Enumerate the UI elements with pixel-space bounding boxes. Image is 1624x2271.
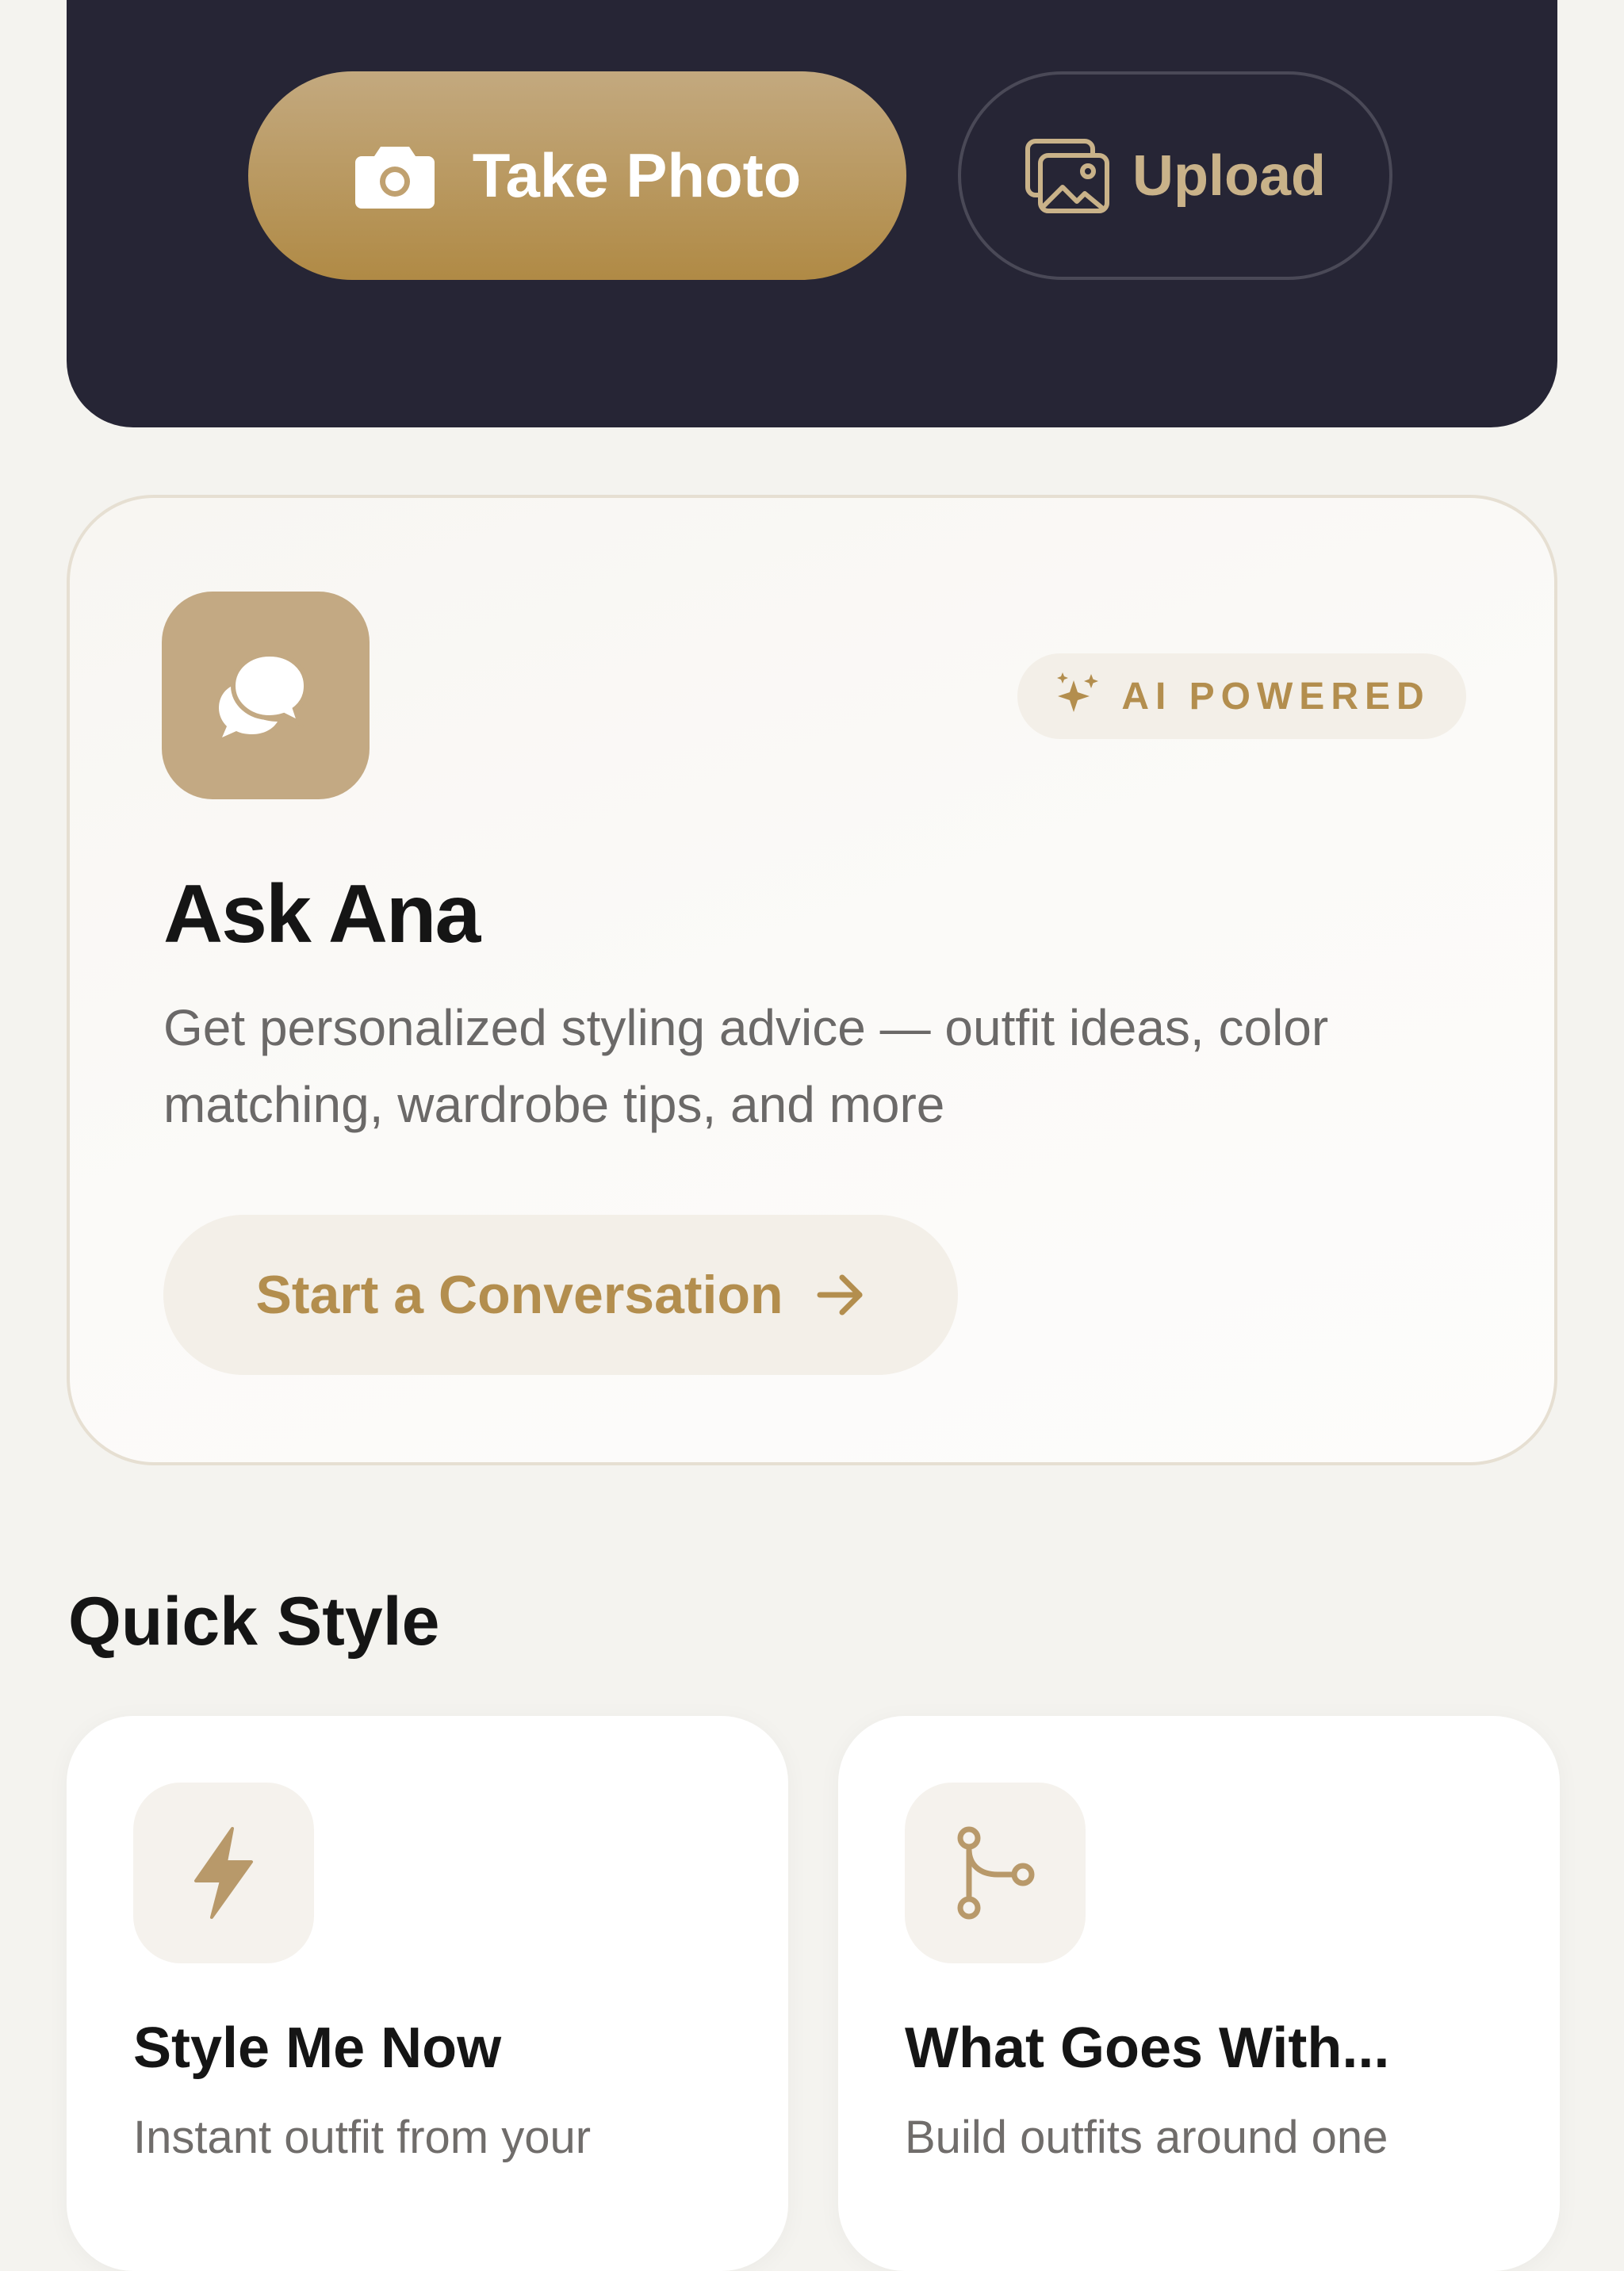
take-photo-button[interactable]: Take Photo <box>248 71 906 280</box>
start-conversation-label: Start a Conversation <box>255 1265 783 1325</box>
start-conversation-button[interactable]: Start a Conversation <box>163 1215 958 1375</box>
ai-powered-badge: AI POWERED <box>1017 653 1466 739</box>
camera-icon <box>354 146 435 209</box>
ask-ana-description: Get personalized styling advice — outfit… <box>163 999 1329 1133</box>
quick-style-heading: Quick Style <box>68 1584 440 1660</box>
upload-button[interactable]: Upload <box>958 71 1392 280</box>
upload-label: Upload <box>1132 144 1326 208</box>
style-me-now-description: Instant outfit from your <box>133 2112 592 2163</box>
what-goes-with-title: What Goes With... <box>905 2016 1390 2080</box>
ask-ana-card: AI POWERED Ask Ana Get personalized styl… <box>67 495 1557 1465</box>
arrow-right-icon <box>817 1274 863 1315</box>
lightning-icon <box>133 1783 314 1963</box>
sparkles-icon <box>1057 672 1099 712</box>
ask-ana-title: Ask Ana <box>163 868 481 960</box>
style-me-now-card[interactable]: Style Me Now Instant outfit from your <box>67 1716 788 2271</box>
branch-icon <box>905 1783 1086 1963</box>
chat-bubbles-icon <box>162 592 370 799</box>
style-me-now-title: Style Me Now <box>133 2016 502 2080</box>
what-goes-with-description: Build outfits around one <box>905 2112 1388 2163</box>
take-photo-label: Take Photo <box>472 140 802 210</box>
capture-panel: Take Photo Upload <box>67 0 1557 427</box>
photos-icon <box>1025 138 1109 213</box>
ai-powered-label: AI POWERED <box>1121 675 1431 718</box>
what-goes-with-card[interactable]: What Goes With... Build outfits around o… <box>838 1716 1560 2271</box>
